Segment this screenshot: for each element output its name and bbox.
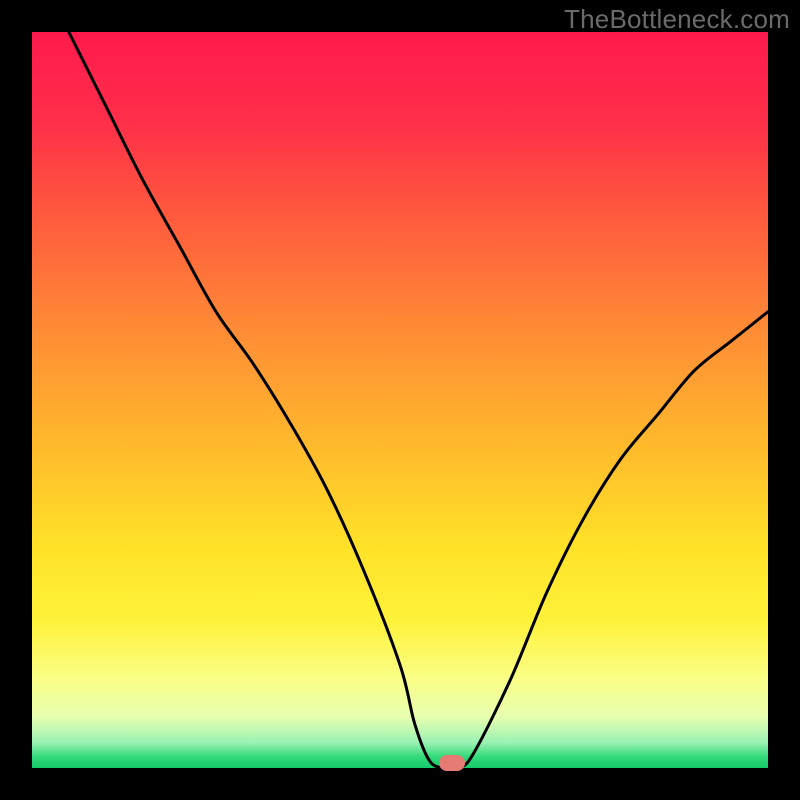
background-gradient	[32, 32, 768, 768]
optimum-marker	[439, 755, 465, 771]
plot-area	[32, 32, 768, 768]
chart-frame: TheBottleneck.com	[0, 0, 800, 800]
watermark: TheBottleneck.com	[564, 4, 790, 35]
